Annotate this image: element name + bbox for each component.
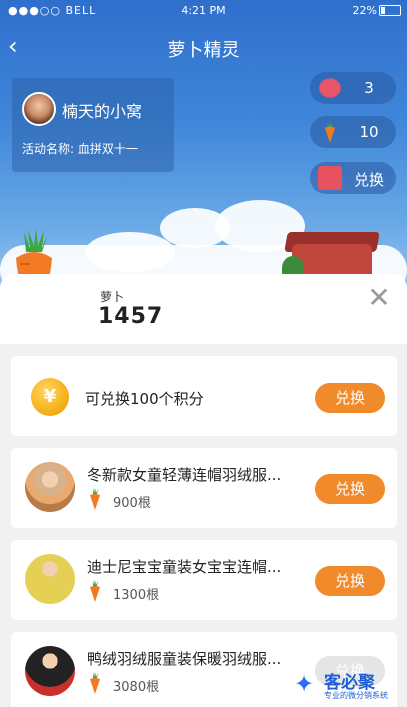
activity-name: 血拼双十一 [77,142,138,156]
product-count: 3080根 [113,680,160,695]
watermark-subtitle: 专业的微分销系统 [324,691,388,700]
exchange-product-button[interactable]: 兑换 [315,474,385,504]
product-name: 迪士尼宝宝童装女宝宝连帽... [87,558,282,576]
exchange-points-button[interactable]: 兑换 [315,383,385,413]
carrots-count: 10 [359,123,379,141]
hearts-pill[interactable]: 3 [310,72,396,104]
product-row: 冬新款女童轻薄连帽羽绒服... 900根 兑换 [11,448,397,528]
sheet-header: 萝卜 1457 ✕ [0,274,407,344]
heart-icon [319,78,341,98]
carrot-icon [90,580,100,602]
product-count: 1300根 [113,588,160,603]
coin-icon: ¥ [31,378,69,416]
product-image [25,462,75,512]
hearts-count: 3 [364,79,374,97]
product-row: 迪士尼宝宝童装女宝宝连帽... 1300根 兑换 [11,540,397,620]
product-image [25,554,75,604]
exchange-pill[interactable]: 兑换 [310,162,396,194]
product-count: 900根 [113,496,151,511]
exchange-product-button[interactable]: 兑换 [315,566,385,596]
avatar [22,92,56,126]
battery-icon [379,5,401,16]
carrot-icon [90,672,100,694]
watermark-logo: ✦ 客必聚 专业的微分销系统 [294,668,406,706]
product-image [25,646,75,696]
product-name: 冬新款女童轻薄连帽羽绒服... [87,466,282,484]
carrot-total: 1457 [98,304,164,329]
carrot-label: 萝卜 [100,290,125,304]
logo-icon: ✦ [294,670,315,698]
product-name: 鸭绒羽绒服童装保暖羽绒服... [87,650,282,668]
close-icon[interactable]: ✕ [367,284,391,312]
page-title: 萝卜精灵 [167,40,240,61]
exchange-label: 兑换 [353,171,384,189]
activity-line: 活动名称: 血拼双十一 [22,140,138,157]
clock: 4:21 PM [181,4,226,17]
status-bar: ●●●○○ BELL 4:21 PM 22% [0,0,407,22]
carrot-icon [325,121,335,143]
carrot-icon [90,488,100,510]
user-name: 楠天的小窝 [62,102,143,121]
activity-label: 活动名称: [22,142,78,156]
points-row: ¥ 可兑换100个积分 兑换 [11,356,397,436]
user-card: 楠天的小窝 活动名称: 血拼双十一 [12,78,174,172]
carrots-pill[interactable]: 10 [310,116,396,148]
exchange-sheet: 萝卜 1457 ✕ ¥ 可兑换100个积分 兑换 冬新款女童轻薄连帽羽绒服...… [0,274,407,707]
battery-percent: 22% [352,4,377,17]
points-title: 可兑换100个积分 [85,390,204,408]
gift-icon [318,166,342,190]
